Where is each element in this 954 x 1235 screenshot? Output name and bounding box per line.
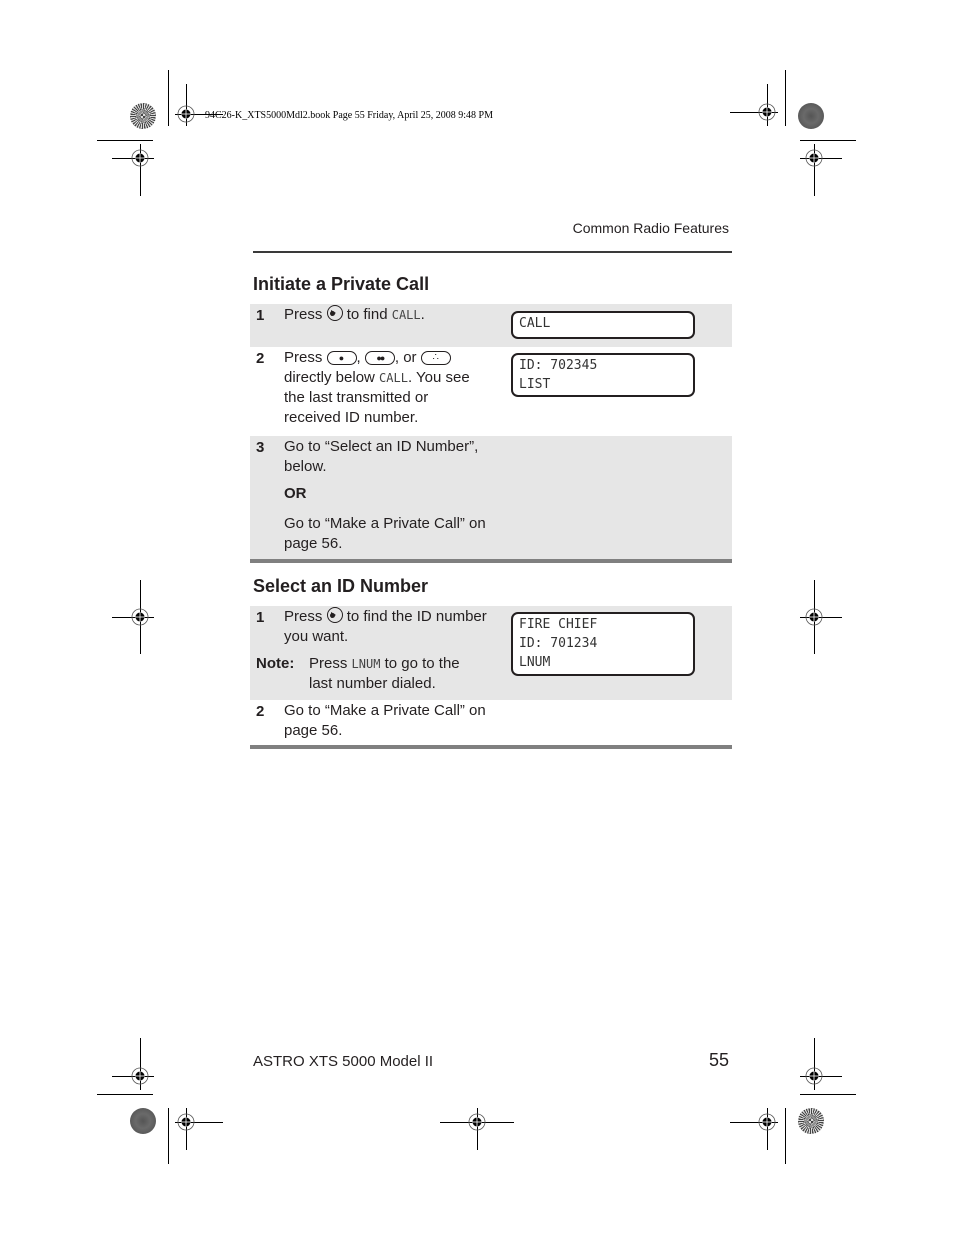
text: to find [346,306,388,323]
page-number: 55 [708,1050,729,1070]
step-text: Go to “Make a Private Call” on page 56. [284,702,486,739]
registration-target-icon [758,103,776,121]
nav-button-icon [326,607,343,623]
registration-target-icon [805,608,823,626]
display-keyword: CALL [391,308,421,322]
text: Press [284,608,323,625]
registration-target-icon [131,608,149,626]
section-title-select-id-number: Select an ID Number [253,576,429,596]
text: , or [394,349,417,366]
registration-target-icon [131,1067,149,1085]
registration-target-icon [805,149,823,167]
text: Press [284,349,323,366]
lcd-line: CALL [519,316,551,331]
crop-line [168,70,169,126]
registration-disc [130,103,156,129]
step-text: Go to “Make a Private Call” on page 56. [284,515,486,552]
step-number: 1 [256,307,265,324]
lcd-line: FIRE CHIEF [519,617,598,632]
step-text: Press to find the ID number you want. [284,607,489,647]
step-number: 1 [256,609,265,626]
table-bottom-rule [250,559,732,563]
text: directly below [284,369,375,386]
text: , [356,349,361,366]
registration-target-icon [805,1067,823,1085]
display-keyword: CALL [379,371,408,385]
text: Press [309,655,348,672]
registration-target-icon [177,105,195,123]
crop-line [800,140,856,141]
note-label: Note: [256,655,295,672]
crop-line [785,1108,786,1164]
note-text: Press LNUM to go to the last number dial… [309,654,484,694]
step-number: 3 [256,439,265,456]
section-title-initiate-private-call: Initiate a Private Call [253,274,430,294]
step-number: 2 [256,350,265,367]
or-label: OR [284,485,307,502]
display-keyword: LNUM [351,657,381,671]
registration-disc [798,1108,824,1134]
lcd-display: FIRE CHIEF ID: 701234 LNUM [511,612,695,676]
lcd-display: CALL [511,311,695,339]
crop-line [97,140,153,141]
softkey-2-icon: ●● [364,351,395,366]
lcd-line: LIST [519,377,551,392]
header-rule [253,251,732,253]
softkey-3-icon: ∴ [420,351,451,366]
registration-target-icon [177,1113,195,1131]
footer-product-name: ASTRO XTS 5000 Model II [253,1053,434,1070]
lcd-line: ID: 702345 [519,358,598,373]
crop-line [785,70,786,126]
softkey-1-icon: ● [326,351,357,366]
registration-disc [798,103,824,129]
step-row: 1 Press to find CALL. CALL [250,304,732,347]
crop-line [800,1094,856,1095]
step-row: 2 Press ●, ●●, or ∴ directly below CALL.… [250,347,732,436]
crop-line [168,1108,169,1164]
registration-target-icon [758,1113,776,1131]
crop-line [97,1094,153,1095]
steps-table-select-id-number: 1 Press to find the ID number you want. … [250,606,732,746]
nav-button-icon [326,305,343,321]
table-bottom-rule [250,745,732,749]
step-text: Press to find CALL. [284,305,489,325]
print-crop-label: 94C26-K_XTS5000Mdl2.book Page 55 Friday,… [205,110,493,121]
steps-table-initiate-private-call: 1 Press to find CALL. CALL 2 Press ●, ●●… [250,304,732,560]
step-text: Go to “Select an ID Number”, below. [284,438,479,475]
text: . [420,306,425,323]
step-text: Press ●, ●●, or ∴ directly below CALL. Y… [284,348,489,428]
running-head: Common Radio Features [572,220,729,236]
lcd-line: LNUM [519,655,551,670]
lcd-display: ID: 702345 LIST [511,353,695,397]
step-number: 2 [256,703,265,720]
registration-target-icon [468,1113,486,1131]
registration-disc [130,1108,156,1134]
step-row: 2 Go to “Make a Private Call” on page 56… [250,700,732,746]
lcd-line: ID: 701234 [519,636,598,651]
step-row: 1 Press to find the ID number you want. … [250,606,732,700]
registration-target-icon [131,149,149,167]
step-row: 3 Go to “Select an ID Number”, below. OR… [250,436,732,560]
text: Press [284,306,323,323]
